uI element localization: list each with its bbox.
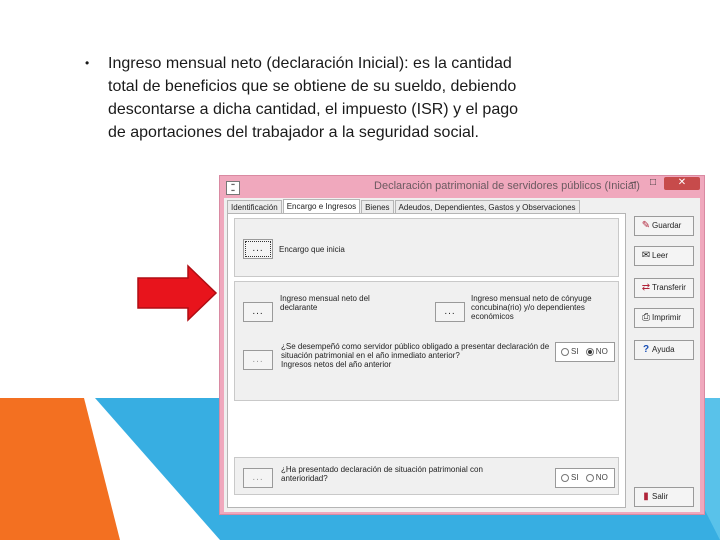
slide-bullet-text: • Ingreso mensual neto (declaración Inic… [85, 52, 585, 144]
tab-encargo-ingresos[interactable]: Encargo e Ingresos [282, 199, 361, 214]
salir-label: Salir [652, 492, 669, 501]
encargo-label: Encargo que inicia [279, 245, 345, 254]
read-icon: ✉ [641, 250, 651, 261]
red-arrow-shape [137, 264, 218, 322]
leer-button[interactable]: ✉ Leer [634, 246, 694, 266]
red-arrow-icon [137, 264, 218, 322]
slide-text-line-4: de aportaciones del trabajador a la segu… [108, 124, 479, 141]
servidor-anterior-button[interactable]: ... [243, 350, 273, 370]
servidor-anterior-radio-group: SI NO [555, 342, 615, 362]
ingreso-declarante-button[interactable]: ... [243, 302, 273, 322]
presentado-si-label: SI [571, 473, 579, 482]
group-ingresos: ... Ingreso mensual neto del declarante … [234, 281, 619, 401]
presentado-no-radio[interactable] [585, 473, 594, 482]
background-decoration-orange [0, 398, 120, 540]
presentado-question: ¿Ha presentado declaración de situación … [281, 465, 483, 483]
close-button[interactable]: ✕ [664, 177, 700, 190]
imprimir-button[interactable]: ⎙ Imprimir [634, 308, 694, 328]
window-titlebar[interactable]: ▪▪ ▪▪ Declaración patrimonial de servidor… [220, 176, 704, 198]
presentado-radio-group: SI NO [555, 468, 615, 488]
tab-panel-encargo-ingresos: ... Encargo que inicia ... Ingreso mensu… [227, 213, 626, 508]
window-body: Identificación Encargo e Ingresos Bienes… [224, 198, 700, 512]
ingreso-declarante-label: Ingreso mensual neto del declarante [280, 294, 370, 312]
servidor-no-label: NO [595, 347, 608, 356]
encargo-button[interactable]: ... [243, 239, 273, 259]
transferir-label: Transferir [652, 283, 686, 292]
guardar-button[interactable]: ✎ Guardar [634, 216, 694, 236]
slide-text-line-2: total de beneficios que se obtiene de su… [108, 78, 517, 95]
servidor-si-radio[interactable] [561, 347, 569, 356]
slide-text-line-3: descontarse a dicha cantidad, el impuest… [108, 101, 519, 118]
servidor-anterior-question: ¿Se desempeñó como servidor público obli… [281, 342, 550, 360]
tab-identificacion[interactable]: Identificación [227, 200, 282, 214]
maximize-button[interactable]: □ [646, 177, 660, 190]
group-presentado: ... ¿Ha presentado declaración de situac… [234, 457, 619, 495]
guardar-label: Guardar [652, 221, 682, 230]
transferir-button[interactable]: ⇄ Transferir [634, 278, 694, 298]
presentado-button[interactable]: ... [243, 468, 273, 488]
help-icon: ? [642, 344, 650, 355]
printer-icon: ⎙ [642, 312, 650, 323]
ingreso-conyuge-button[interactable]: ... [435, 302, 465, 322]
slide-text-line-1: Ingreso mensual neto (declaración Inicia… [108, 55, 512, 72]
tab-bienes[interactable]: Bienes [361, 200, 394, 214]
leer-label: Leer [652, 251, 669, 260]
ingreso-conyuge-label: Ingreso mensual neto de cónyuge concubin… [471, 294, 592, 321]
tab-adeudos[interactable]: Adeudos, Dependientes, Gastos y Observac… [394, 200, 580, 214]
imprimir-label: Imprimir [652, 313, 681, 322]
exit-icon: ▮ [643, 491, 649, 502]
group-encargo: ... Encargo que inicia [234, 218, 619, 277]
presentado-si-radio[interactable] [561, 473, 569, 482]
bullet-marker: • [85, 56, 90, 70]
app-window: ▪▪ ▪▪ Declaración patrimonial de servidor… [219, 175, 705, 515]
save-icon: ✎ [641, 220, 651, 231]
tab-bar: Identificación Encargo e Ingresos Bienes… [227, 199, 581, 214]
servidor-si-label: SI [571, 347, 579, 356]
transfer-icon: ⇄ [641, 282, 651, 293]
presentado-no-label: NO [595, 473, 608, 482]
servidor-no-radio[interactable] [585, 347, 594, 356]
ayuda-button[interactable]: ? Ayuda [634, 340, 694, 360]
salir-button[interactable]: ▮ Salir [634, 487, 694, 507]
ayuda-label: Ayuda [652, 345, 675, 354]
ingresos-anio-anterior-label: Ingresos netos del año anterior [281, 360, 392, 369]
minimize-button[interactable]: – [626, 177, 640, 190]
